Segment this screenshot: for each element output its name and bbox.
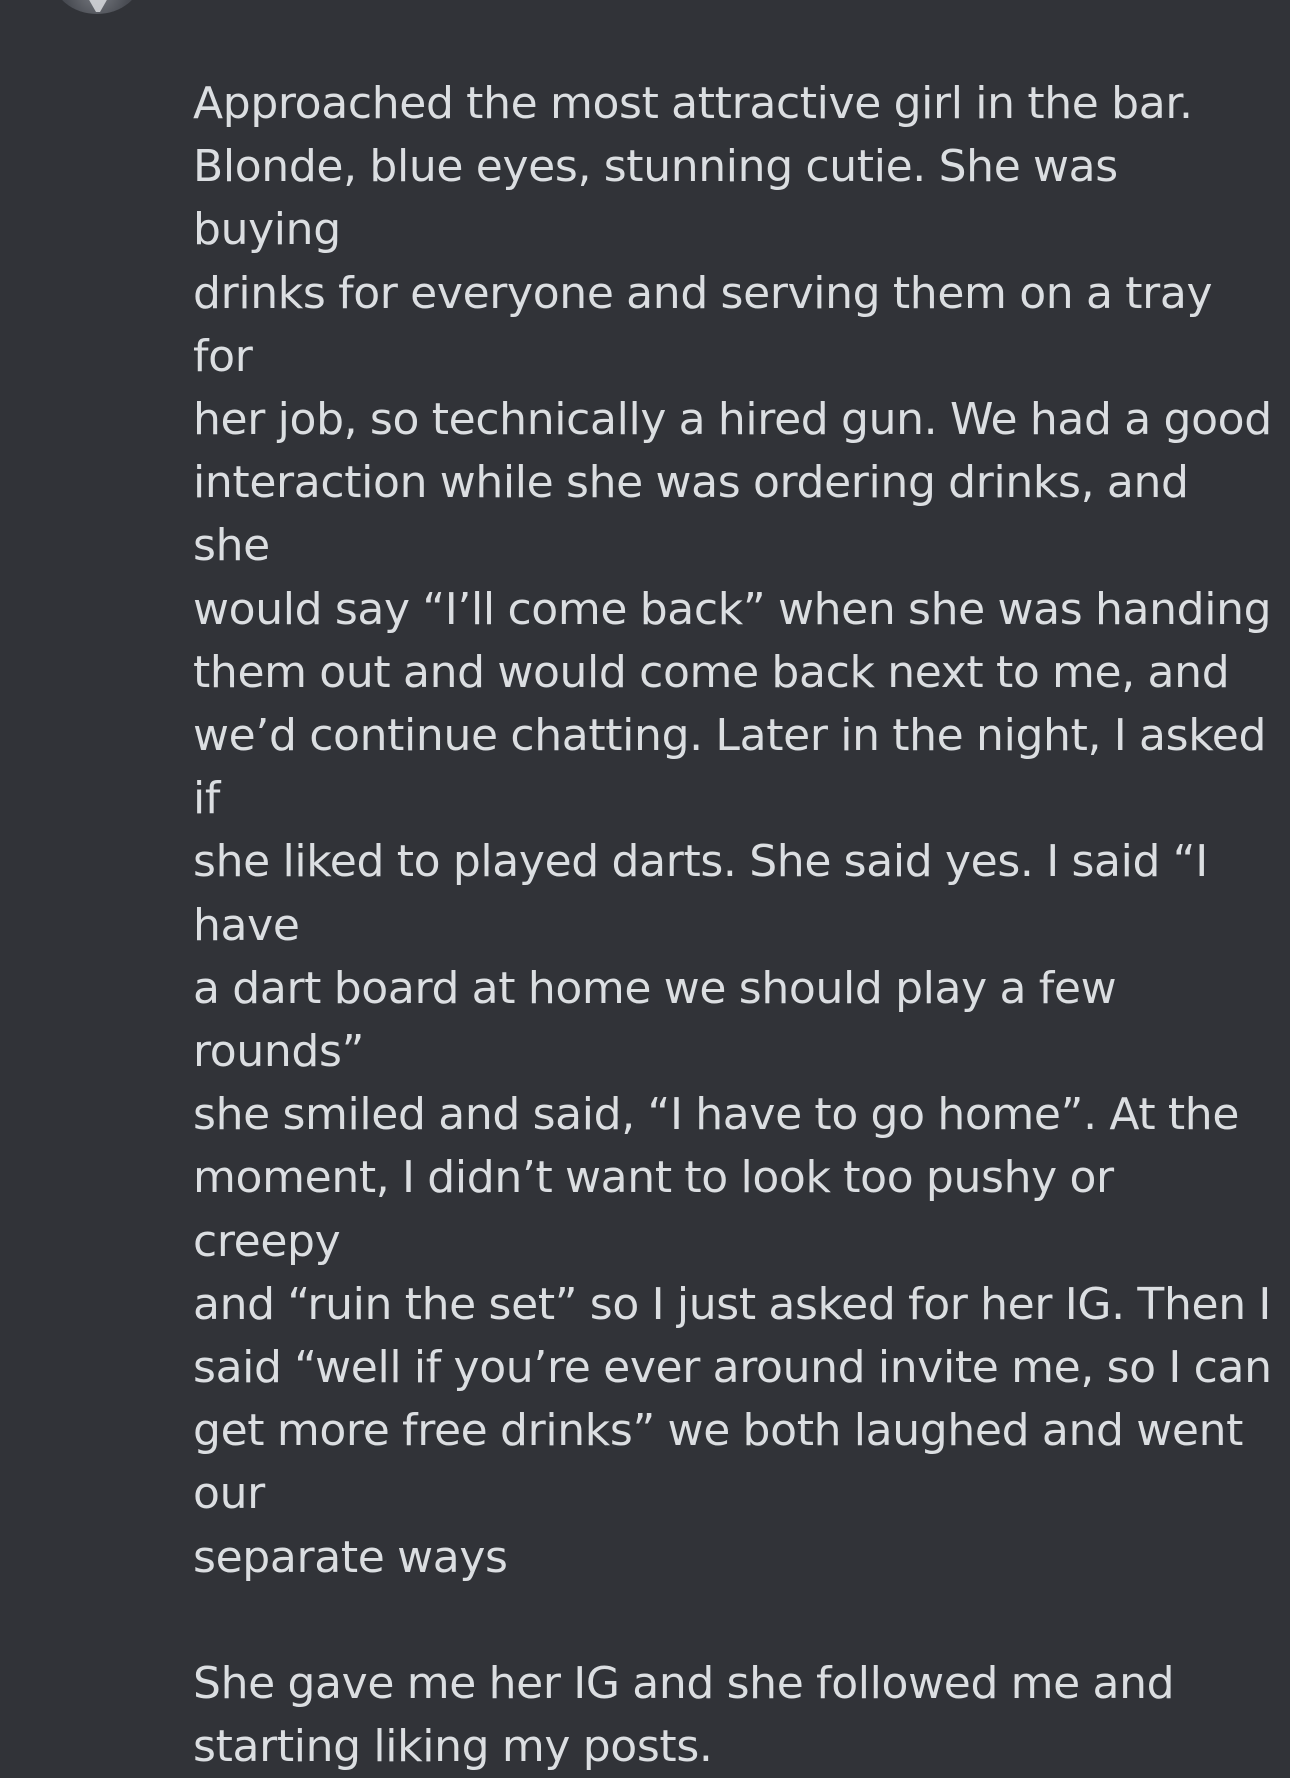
avatar-collar [88,0,108,12]
avatar[interactable] [52,0,142,14]
message-content: Approached the most attractive girl in t… [193,72,1273,1778]
message-paragraph-2: She gave me her IG and she followed me a… [193,1657,1175,1773]
message-paragraph-1: Approached the most attractive girl in t… [193,78,1272,1583]
